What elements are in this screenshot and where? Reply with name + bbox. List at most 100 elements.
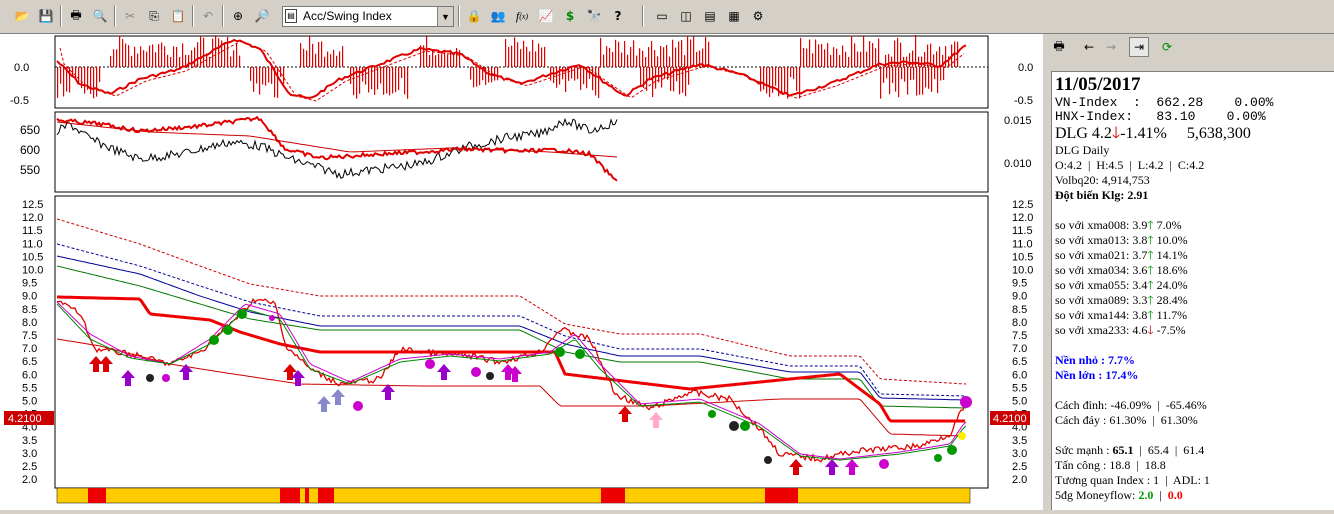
oscillator-bar [143, 50, 145, 67]
oscillator-bar [663, 47, 665, 67]
chevron-down-icon[interactable]: ▼ [437, 7, 453, 26]
top-tick-left: 0.0 [14, 62, 29, 74]
dollar-icon[interactable]: $ [560, 6, 580, 26]
settings-icon[interactable]: ⚙ [748, 6, 768, 26]
oscillator-bar [916, 67, 918, 96]
layout-4-icon[interactable]: ▦ [724, 6, 744, 26]
oscillator-bar [395, 67, 397, 93]
arrow-up-icon: 🡑 [1147, 308, 1154, 322]
oscillator-bar [636, 55, 638, 67]
oscillator-bar [212, 38, 214, 67]
price-tick-right: 6.5 [1012, 356, 1027, 368]
trend-red-block [601, 488, 625, 503]
oscillator-bar [131, 55, 133, 67]
vn-index-row: VN-Index : 662.28 0.00% [1055, 95, 1274, 110]
layout-1-icon[interactable]: ◫ [676, 6, 696, 26]
open-icon[interactable]: 📂 [12, 6, 32, 26]
oscillator-bar [374, 67, 376, 95]
oscillator-bar [203, 37, 205, 67]
price-tick-left: 10.0 [22, 265, 43, 277]
zoom-icon[interactable]: 🔎 [252, 6, 272, 26]
toolbar-separator [60, 5, 62, 27]
lock-icon[interactable]: 🔒 [464, 6, 484, 26]
oscillator-bar [872, 43, 874, 67]
oscillator-bar [194, 47, 196, 67]
xma-label: so với xma034: [1055, 263, 1130, 277]
oscillator-bar [693, 36, 695, 67]
ticker-volume: 5,638,300 [1186, 125, 1251, 142]
oscillator-bar [606, 46, 608, 67]
oscillator-bar [895, 67, 897, 92]
xma-label: so với xma021: [1055, 248, 1130, 262]
xma-row: so với xma144: 3.8🡑 11.7% [1055, 308, 1334, 323]
oscillator-bar [280, 67, 282, 78]
price-tick-left: 11.5 [22, 225, 43, 237]
oscillator-bar [277, 67, 279, 98]
oscillator-bar [444, 49, 446, 67]
refresh-icon[interactable]: ⟳ [1157, 37, 1177, 57]
oscillator-bar [69, 67, 71, 93]
suc-manh-row: Sức mạnh : 65.1 | 65.4 | 61.4 [1055, 443, 1334, 458]
chart-up-icon[interactable]: 📈 [536, 6, 556, 26]
price-tag-right-text: 4.2100 [993, 413, 1027, 425]
moneyflow-row: 5đg Moneyflow: 2.0 | 0.0 [1055, 488, 1334, 503]
oscillator-bar [155, 52, 157, 67]
xma-value: 3.9 [1132, 218, 1148, 232]
indicator-select[interactable]: ▤ Acc/Swing Index ▼ [282, 6, 454, 27]
suc-manh-label: Sức mạnh : [1055, 443, 1113, 457]
help-icon[interactable]: ? [608, 6, 628, 26]
formula-icon[interactable]: f (x) [512, 6, 532, 26]
oscillator-bar [866, 51, 868, 67]
oscillator-bar [327, 51, 329, 67]
chart-canvas[interactable]: 0.0 -0.5 0.0 -0.5 650 600 550 0.015 0.01… [0, 34, 1043, 510]
save-icon[interactable]: 💾 [36, 6, 56, 26]
oscillator-bar [851, 35, 853, 67]
oscillator-bar [612, 52, 614, 67]
oscillator-bar [380, 67, 382, 84]
price-tick-right: 7.0 [1012, 343, 1027, 355]
oscillator-bar [639, 48, 641, 67]
oscillator-bar [863, 36, 865, 67]
oscillator-bar [262, 67, 264, 85]
back-icon[interactable]: ← [1079, 37, 1099, 57]
price-tick-right: 7.5 [1012, 330, 1027, 342]
window-icon[interactable]: ▭ [652, 6, 672, 26]
oscillator-bar [921, 56, 923, 67]
oscillator-bar [60, 67, 62, 84]
oscillator-bar [830, 54, 832, 67]
print-preview-icon[interactable]: 🔍 [90, 6, 110, 26]
oscillator-bar [271, 67, 273, 84]
oscillator-bar [705, 37, 707, 67]
layout-2-icon[interactable]: ▤ [700, 6, 720, 26]
xma-label: so với xma008: [1055, 218, 1130, 232]
binoculars-icon[interactable]: 🔭 [584, 6, 604, 26]
oscillator-bar [236, 43, 238, 67]
oscillator-bar [901, 67, 903, 80]
copy-icon[interactable]: ⎘ [144, 6, 164, 26]
oscillator-bar [532, 39, 534, 67]
undo-icon[interactable]: ↶ [198, 6, 218, 26]
oscillator-bar [342, 46, 344, 67]
price-tick-left: 9.0 [22, 291, 37, 303]
xma-row: so với xma233: 4.6🡓 -7.5% [1055, 323, 1334, 338]
portfolio-icon[interactable]: 👥 [488, 6, 508, 26]
price-tick-right: 9.0 [1012, 291, 1027, 303]
oscillator-bar [494, 67, 496, 81]
crosshair-icon[interactable]: ⊕ [228, 6, 248, 26]
oscillator-bar [63, 67, 65, 97]
forward-icon[interactable]: → [1101, 37, 1121, 57]
print-icon[interactable]: 🖶 [1049, 37, 1069, 57]
xma-pct: 10.0% [1156, 233, 1188, 247]
chart-area[interactable]: 0.0 -0.5 0.0 -0.5 650 600 550 0.015 0.01… [0, 34, 1043, 510]
paste-icon[interactable]: 📋 [168, 6, 188, 26]
cut-icon[interactable]: ✂ [120, 6, 140, 26]
signal-dot-icon [471, 367, 481, 377]
cach-dinh-row: Cách đỉnh: -46.09% | -65.46% [1055, 398, 1207, 412]
oscillator-bar [321, 41, 323, 67]
goto-end-icon[interactable]: ⇥ [1129, 37, 1149, 57]
oscillator-bar [934, 67, 936, 80]
oscillator-bar [910, 67, 912, 80]
xma-row: so với xma089: 3.3🡑 28.4% [1055, 293, 1334, 308]
print-icon[interactable]: 🖶 [66, 6, 86, 26]
